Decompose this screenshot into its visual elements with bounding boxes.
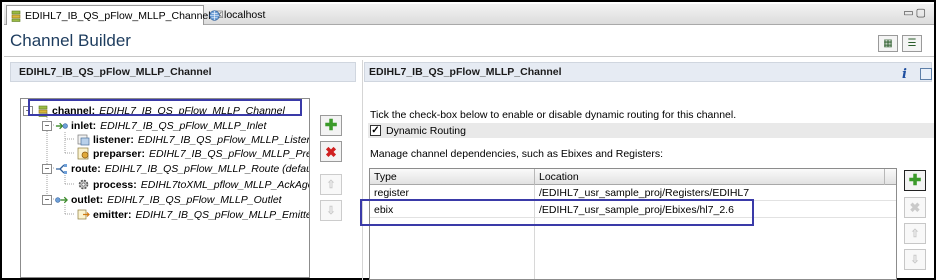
dynamic-routing-row[interactable]: ✓ Dynamic Routing [368, 123, 934, 138]
tree-item-inlet[interactable]: − inlet: EDIHL7_IB_QS_pFlow_MLLP_Inlet [42, 118, 266, 133]
source-view-icon[interactable]: ☰ [902, 35, 922, 52]
info-icon[interactable]: i [902, 67, 907, 82]
tree-value: EDIHL7_IB_QS_pFlow_MLLP_Inlet [100, 119, 267, 132]
ebix-highlight-box [360, 199, 754, 226]
routing-hint: Tick the check-box below to enable or di… [370, 109, 737, 121]
editor-tab-bar: EDIHL7_IB_QS_pFlow_MLLP_Channel ☒ localh… [4, 4, 934, 25]
tree-key: route: [71, 162, 101, 175]
delete-icon: ✖ [325, 143, 337, 160]
tree-value: EDIHL7_IB_QS_pFlow_MLLP_Outlet [107, 193, 282, 206]
channel-tree[interactable]: − channel: EDIHL7_IB_QS_pFlow_MLLP_Chann… [20, 98, 310, 278]
title-divider [4, 56, 934, 57]
right-panel-heading: EDIHL7_IB_QS_pFlow_MLLP_Channel [364, 62, 932, 82]
tree-item-outlet[interactable]: − outlet: EDIHL7_IB_QS_pFlow_MLLP_Outlet [42, 192, 282, 207]
collapse-icon[interactable]: − [42, 120, 52, 131]
tree-value: EDIHL7_IB_QS_pFlow_MLLP_Preparser [148, 147, 309, 160]
form-view-icon[interactable]: ▦ [878, 35, 898, 52]
channel-highlight-box [28, 99, 302, 116]
globe-icon [209, 9, 220, 21]
channel-icon [11, 10, 21, 22]
tree-value: EDIHL7toXML_pflow_MLLP_AckAgent_Vali [140, 178, 309, 191]
panel-divider[interactable] [362, 60, 363, 280]
add-button[interactable]: ✚ [320, 115, 342, 136]
route-icon [55, 162, 68, 175]
move-down-icon: ⇩ [326, 205, 336, 217]
tab-localhost[interactable]: localhost [205, 5, 269, 25]
maximize-icon[interactable]: ▢ [916, 7, 928, 19]
edit-icon[interactable] [920, 68, 932, 80]
view-toggle-group: ▦ ☰ [878, 35, 922, 52]
delete-button[interactable]: ✖ [320, 141, 342, 162]
move-down-button[interactable]: ⇩ [320, 200, 342, 221]
outlet-icon [55, 193, 68, 206]
add-dependency-button[interactable]: ✚ [904, 170, 926, 191]
collapse-icon[interactable]: − [42, 163, 52, 174]
left-panel-heading: EDIHL7_IB_QS_pFlow_MLLP_Channel [10, 62, 356, 82]
table-header: Type Location [370, 169, 896, 185]
tree-key: inlet: [71, 119, 97, 132]
inlet-icon [55, 119, 68, 132]
minimize-icon[interactable]: ▭ [903, 7, 915, 19]
window-controls[interactable]: ▭▢ [903, 6, 928, 19]
tree-item-route[interactable]: − route: EDIHL7_IB_QS_pFlow_MLLP_Route (… [42, 161, 310, 176]
tree-key: listener: [93, 133, 134, 146]
add-icon: ✚ [324, 117, 338, 134]
preparser-icon [77, 147, 90, 160]
column-header-type[interactable]: Type [370, 169, 535, 185]
tree-value: EDIHL7_IB_QS_pFlow_MLLP_Route (default) [104, 162, 310, 175]
tree-key: preparser: [93, 147, 145, 160]
tree-value: EDIHL7_IB_QS_pFlow_MLLP_Listener (MLL [137, 133, 310, 146]
move-up-button[interactable]: ⇧ [320, 174, 342, 195]
tree-item-listener[interactable]: listener: EDIHL7_IB_QS_pFlow_MLLP_Listen… [77, 132, 310, 147]
tab-label: EDIHL7_IB_QS_pFlow_MLLP_Channel [25, 9, 211, 22]
tab-channel-builder[interactable]: EDIHL7_IB_QS_pFlow_MLLP_Channel ☒ [6, 5, 224, 25]
tree-item-emitter[interactable]: emitter: EDIHL7_IB_QS_pFlow_MLLP_Emitter… [77, 207, 310, 222]
listener-icon [77, 133, 90, 146]
tree-item-process[interactable]: process: EDIHL7toXML_pflow_MLLP_AckAgent… [77, 177, 309, 192]
collapse-icon[interactable]: − [42, 194, 52, 205]
dependencies-hint: Manage channel dependencies, such as Ebi… [370, 148, 664, 160]
add-icon: ✚ [908, 172, 922, 189]
tree-key: emitter: [93, 208, 132, 221]
dynamic-routing-label: Dynamic Routing [386, 124, 466, 137]
page-title: Channel Builder [10, 31, 131, 50]
delete-dependency-button[interactable]: ✖ [904, 197, 926, 218]
process-gear-icon [77, 178, 90, 191]
column-header-location[interactable]: Location [535, 169, 885, 185]
move-dependency-up-button[interactable]: ⇧ [904, 223, 926, 244]
tree-key: outlet: [71, 193, 104, 206]
tab-label: localhost [224, 9, 266, 21]
move-up-icon: ⇧ [910, 228, 920, 240]
tree-item-preparser[interactable]: preparser: EDIHL7_IB_QS_pFlow_MLLP_Prepa… [77, 146, 309, 161]
move-up-icon: ⇧ [326, 179, 336, 191]
editor-frame: EDIHL7_IB_QS_pFlow_MLLP_Channel ☒ localh… [0, 0, 936, 280]
dynamic-routing-checkbox[interactable]: ✓ [370, 125, 381, 136]
tree-key: process: [93, 178, 137, 191]
move-dependency-down-button[interactable]: ⇩ [904, 249, 926, 270]
tree-value: EDIHL7_IB_QS_pFlow_MLLP_Emitter (Pass [135, 208, 310, 221]
emitter-icon [77, 208, 90, 221]
move-down-icon: ⇩ [910, 254, 920, 266]
delete-icon: ✖ [909, 200, 921, 215]
